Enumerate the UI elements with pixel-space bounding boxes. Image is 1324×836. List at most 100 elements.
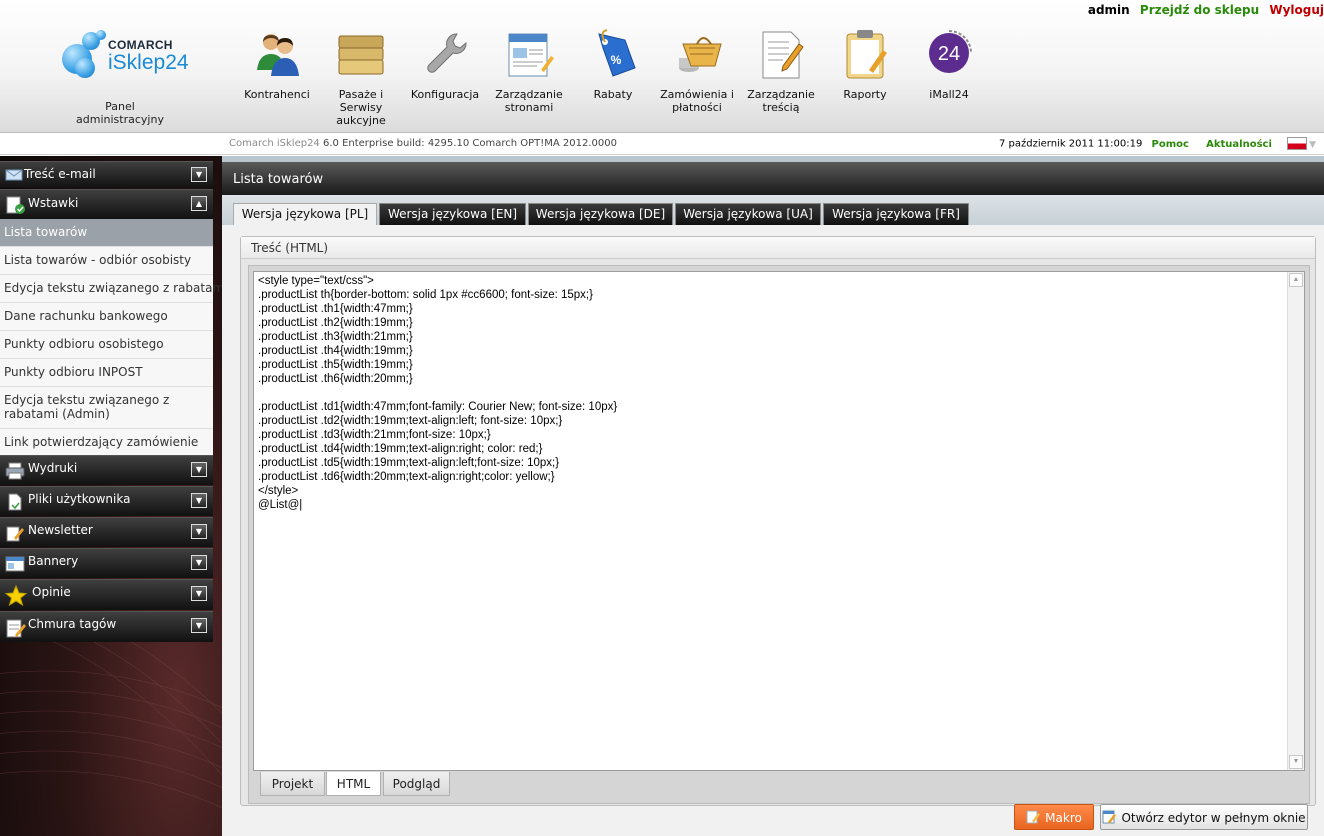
nav-raporty[interactable]: Raporty: [823, 26, 907, 101]
logo-product: iSklep24: [108, 51, 189, 74]
nav-zarzadzanie-stronami[interactable]: Zarządzanie stronami: [487, 26, 571, 114]
sidebar-section-newsletter[interactable]: Newsletter ▼: [0, 517, 213, 547]
sidebar-section-wstawki[interactable]: Wstawki ▲: [0, 189, 213, 219]
chevron-down-icon[interactable]: ▼: [191, 618, 207, 633]
chevron-down-icon[interactable]: ▼: [191, 555, 207, 570]
go-to-shop-link[interactable]: Przejdź do sklepu: [1140, 3, 1259, 17]
language-tabs: Wersja językowa [PL] Wersja językowa [EN…: [222, 195, 1324, 226]
sidebar-section-label: Treść e-mail: [24, 167, 96, 181]
sidebar-item-lista-towarow[interactable]: Lista towarów: [0, 219, 213, 247]
status-bar: Comarch iSklep24 6.0 Enterprise build: 4…: [0, 133, 1324, 155]
wrench-icon: [417, 26, 473, 82]
date-area: 7 październik 2011 11:00:19 Pomoc Aktual…: [999, 137, 1316, 150]
tab-lang-en[interactable]: Wersja językowa [EN]: [379, 203, 526, 225]
editor-scrollbar[interactable]: ▲ ▼: [1287, 272, 1304, 770]
nav-rabaty[interactable]: % Rabaty: [571, 26, 655, 101]
build-product: Comarch iSklep24: [229, 138, 320, 149]
chevron-up-icon[interactable]: ▲: [191, 196, 207, 211]
user-links: admin Przejdź do sklepu Wyloguj: [1082, 3, 1324, 17]
banner-icon: [5, 555, 25, 572]
sidebar-section-wydruki[interactable]: Wydruki ▼: [0, 455, 213, 485]
tab-lang-fr[interactable]: Wersja językowa [FR]: [823, 203, 969, 225]
nav-label: Konfiguracja: [410, 88, 480, 101]
sidebar-section-label: Opinie: [32, 585, 71, 599]
chevron-down-icon[interactable]: ▼: [191, 167, 207, 182]
shopping-basket-icon: [669, 26, 725, 82]
nav-pasaze[interactable]: Pasaże i Serwisy aukcyjne: [319, 26, 403, 127]
document-edit-icon: [1026, 810, 1041, 824]
tab-mode-html[interactable]: HTML: [326, 772, 381, 796]
editor-panel-title: Treść (HTML): [241, 237, 1315, 259]
sidebar-section-tresc-email[interactable]: Treść e-mail ▼: [0, 161, 213, 188]
editor-frame: <style type="text/css"> .productList th{…: [248, 265, 1310, 804]
nav-konfiguracja[interactable]: Konfiguracja: [403, 26, 487, 101]
sidebar: Treść e-mail ▼ Wstawki ▲ Lista towarów L…: [0, 156, 222, 836]
chevron-down-icon[interactable]: ▼: [191, 462, 207, 477]
logout-link[interactable]: Wyloguj: [1269, 3, 1324, 17]
sidebar-section-label: Chmura tagów: [28, 617, 117, 631]
chevron-down-icon[interactable]: ▼: [191, 524, 207, 539]
svg-text:%: %: [611, 53, 622, 67]
tab-lang-ua[interactable]: Wersja językowa [UA]: [675, 203, 821, 225]
sidebar-section-label: Wstawki: [28, 196, 79, 210]
sidebar-item-edycja-rabaty-admin[interactable]: Edycja tekstu związanego z rabatami (Adm…: [0, 387, 213, 429]
users-icon: [249, 26, 305, 82]
language-flag-icon[interactable]: [1287, 137, 1308, 150]
tab-mode-podglad[interactable]: Podgląd: [383, 772, 450, 796]
macro-button[interactable]: Makro: [1014, 804, 1094, 830]
sidebar-section-chmura-tagow[interactable]: Chmura tagów ▼: [0, 611, 213, 642]
sidebar-submenu: Lista towarów Lista towarów - odbiór oso…: [0, 219, 222, 457]
logo-brand: COMARCH: [108, 38, 173, 52]
sidebar-item-edycja-rabaty[interactable]: Edycja tekstu związanego z rabatami: [0, 275, 222, 303]
scroll-down-icon[interactable]: ▼: [1289, 755, 1303, 769]
tab-content: Treść (HTML) <style type="text/css"> .pr…: [222, 225, 1324, 836]
tag-cloud-icon: [5, 617, 27, 639]
clipboard-icon: [837, 26, 893, 82]
nav-label: Raporty: [843, 88, 887, 101]
file-icon: [5, 493, 23, 511]
sidebar-item-punkty-odbioru[interactable]: Punkty odbioru osobistego: [0, 331, 213, 359]
sidebar-section-bannery[interactable]: Bannery ▼: [0, 548, 213, 578]
chevron-down-icon[interactable]: ▼: [1309, 140, 1316, 150]
sidebar-section-pliki[interactable]: Pliki użytkownika ▼: [0, 486, 213, 516]
document-edit-icon: [753, 26, 809, 82]
html-code-textarea[interactable]: <style type="text/css"> .productList th{…: [253, 271, 1305, 771]
sidebar-item-dane-rachunku[interactable]: Dane rachunku bankowego: [0, 303, 213, 331]
html-editor-panel: Treść (HTML) <style type="text/css"> .pr…: [240, 236, 1316, 806]
sidebar-item-link-potwierdzajacy[interactable]: Link potwierdzający zamówienie: [0, 429, 213, 457]
app-header: admin Przejdź do sklepu Wyloguj COMARCH …: [0, 0, 1324, 133]
svg-text:24: 24: [938, 43, 960, 65]
sidebar-section-opinie[interactable]: Opinie ▼: [0, 579, 213, 610]
chevron-down-icon[interactable]: ▼: [191, 493, 207, 508]
nav-label: Zarządzanie stronami: [495, 88, 563, 114]
folders-icon: [333, 26, 389, 82]
tab-mode-projekt[interactable]: Projekt: [260, 772, 325, 796]
nav-label: Zarządzanie treścią: [747, 88, 815, 114]
nav-zamowienia[interactable]: Zamówienia i płatności: [655, 26, 739, 114]
nav-label: Pasaże i Serwisy aukcyjne: [336, 88, 386, 127]
build-info: Comarch iSklep24 6.0 Enterprise build: 4…: [229, 138, 617, 149]
sidebar-section-label: Bannery: [28, 554, 79, 568]
insert-icon: [5, 196, 25, 214]
scroll-up-icon[interactable]: ▲: [1289, 273, 1303, 287]
open-fullscreen-editor-button[interactable]: Otwórz edytor w pełnym oknie: [1100, 804, 1308, 830]
discount-tag-icon: %: [585, 26, 641, 82]
sidebar-section-label: Pliki użytkownika: [28, 492, 131, 506]
nav-imall24[interactable]: 24 iMall24: [907, 26, 991, 101]
webpage-icon: [501, 26, 557, 82]
html-code-content: <style type="text/css"> .productList th{…: [258, 275, 618, 511]
nav-kontrahenci[interactable]: Kontrahenci: [235, 26, 319, 101]
tab-lang-pl[interactable]: Wersja językowa [PL]: [233, 203, 377, 226]
nav-label: Zamówienia i płatności: [660, 88, 734, 114]
help-link[interactable]: Pomoc: [1152, 139, 1189, 150]
chevron-down-icon[interactable]: ▼: [191, 586, 207, 601]
news-link[interactable]: Aktualności: [1206, 139, 1272, 150]
nav-zarzadzanie-trescia[interactable]: Zarządzanie treścią: [739, 26, 823, 114]
panel-label: Panel administracyjny: [76, 100, 164, 126]
sidebar-item-punkty-inpost[interactable]: Punkty odbioru INPOST: [0, 359, 213, 387]
comarch-logo[interactable]: COMARCH iSklep24: [60, 26, 190, 86]
tab-lang-de[interactable]: Wersja językowa [DE]: [528, 203, 673, 225]
sidebar-item-lista-towarow-odbior[interactable]: Lista towarów - odbiór osobisty: [0, 247, 213, 275]
imall24-icon: 24: [921, 26, 977, 82]
main-content: Lista towarów Wersja językowa [PL] Wersj…: [222, 156, 1324, 836]
